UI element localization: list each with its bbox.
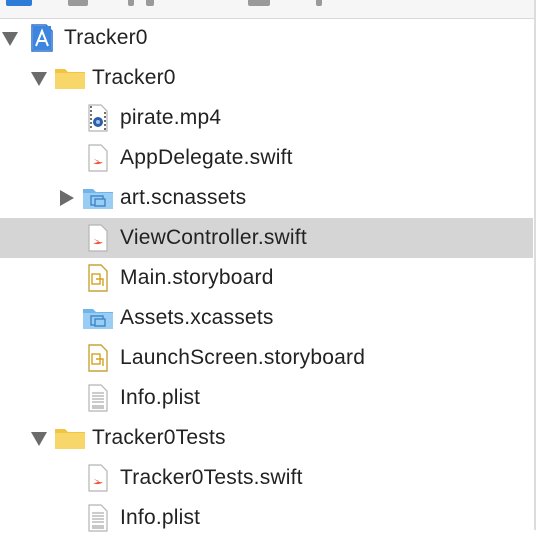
source-control-icon[interactable]	[68, 0, 88, 6]
tree-row-file[interactable]: Main.storyboard	[0, 258, 533, 298]
tree-row-file[interactable]: pirate.mp4	[0, 98, 533, 138]
tree-row-label: Tracker0	[64, 26, 148, 49]
tree-row-file[interactable]: Info.plist	[0, 498, 533, 538]
folder-icon	[54, 64, 85, 92]
storyboard-file-icon	[84, 264, 112, 292]
tree-row-label: art.scnassets	[120, 186, 247, 209]
symbol-navigator-icon[interactable]	[128, 0, 134, 6]
plist-file-icon	[84, 504, 112, 532]
tree-row-label: Tracker0Tests.swift	[120, 466, 303, 489]
find-navigator-icon[interactable]	[146, 0, 154, 6]
tree-row-file-selected[interactable]: ViewController.swift	[0, 218, 533, 258]
tree-row-label: LaunchScreen.storyboard	[120, 346, 366, 369]
asset-folder-icon	[82, 304, 113, 332]
tree-row-file[interactable]: LaunchScreen.storyboard	[0, 338, 533, 378]
disclosure-collapsed-icon[interactable]	[60, 190, 74, 206]
tree-row-file[interactable]: Tracker0Tests.swift	[0, 458, 533, 498]
tree-row-label: pirate.mp4	[120, 106, 222, 129]
tree-row-group[interactable]: Tracker0Tests	[0, 418, 533, 458]
tree-row-label: Assets.xcassets	[120, 306, 274, 329]
storyboard-file-icon	[84, 344, 112, 372]
tree-row-file[interactable]: Info.plist	[0, 378, 533, 418]
folder-icon	[54, 424, 85, 452]
tree-row-label: AppDelegate.swift	[120, 146, 293, 169]
tree-row-label: Tracker0Tests	[92, 426, 226, 449]
tree-row-label: ViewController.swift	[120, 226, 307, 249]
disclosure-expanded-icon[interactable]	[31, 72, 47, 86]
tree-row-asset-folder[interactable]: art.scnassets	[0, 178, 533, 218]
swift-file-icon	[84, 224, 112, 252]
plist-file-icon	[84, 384, 112, 412]
issue-navigator-icon[interactable]	[248, 0, 270, 6]
swift-file-icon	[84, 464, 112, 492]
disclosure-expanded-icon[interactable]	[2, 32, 18, 46]
tree-row-asset-folder[interactable]: Assets.xcassets	[0, 298, 533, 338]
tree-row-project[interactable]: Tracker0	[0, 18, 533, 58]
tree-row-group[interactable]: Tracker0	[0, 58, 533, 98]
video-file-icon	[84, 104, 112, 132]
project-navigator-icon[interactable]	[6, 0, 32, 6]
tree-row-file[interactable]: AppDelegate.swift	[0, 138, 533, 178]
test-navigator-icon[interactable]	[316, 0, 322, 6]
tree-row-label: Info.plist	[120, 506, 201, 529]
tree-row-label: Main.storyboard	[120, 266, 274, 289]
disclosure-expanded-icon[interactable]	[31, 432, 47, 446]
tree-row-label: Tracker0	[92, 66, 176, 89]
asset-folder-icon	[82, 184, 113, 212]
xcode-project-icon	[28, 24, 56, 52]
navigator-toolbar	[0, 0, 536, 19]
tree-row-label: Info.plist	[120, 386, 201, 409]
swift-file-icon	[84, 144, 112, 172]
